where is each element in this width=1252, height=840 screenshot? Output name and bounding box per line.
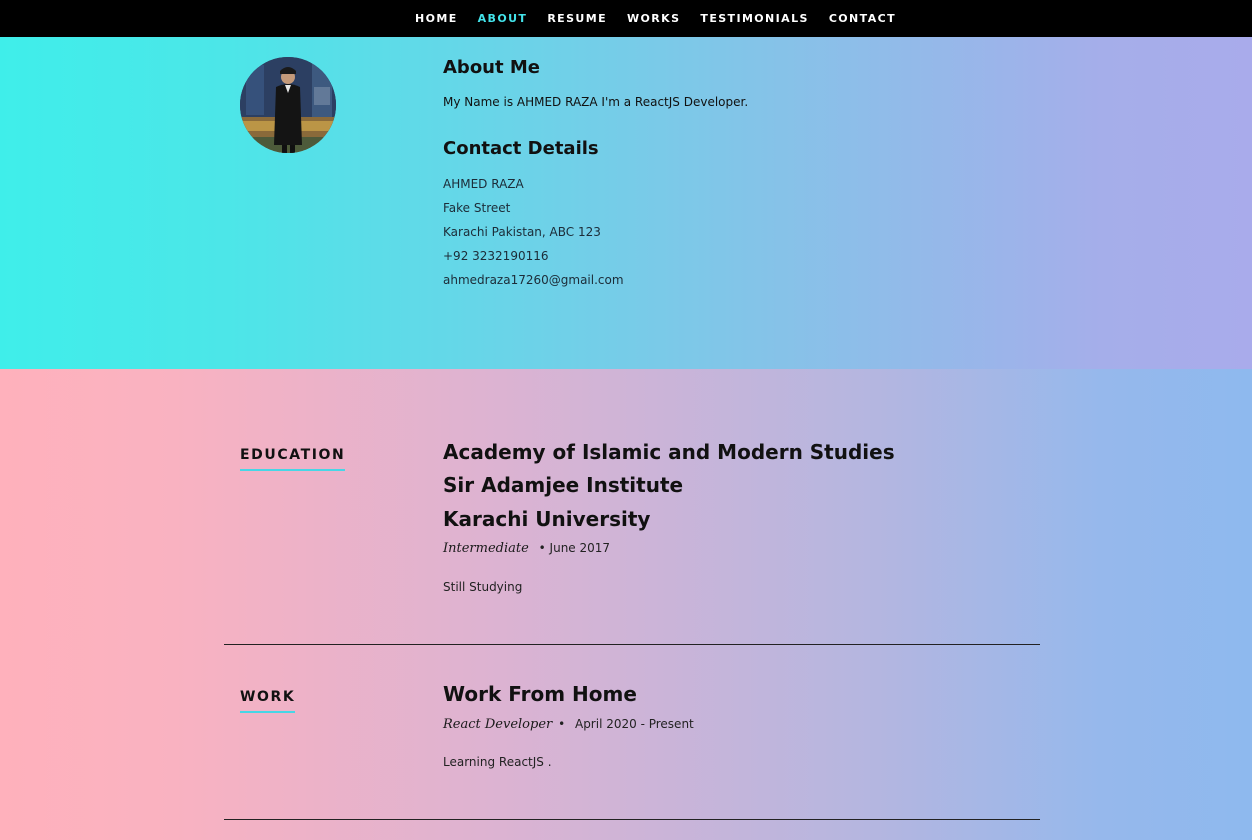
education-heading: EDUCATION <box>240 447 346 471</box>
section-divider <box>224 644 1040 645</box>
nav-works[interactable]: WORKS <box>627 12 680 25</box>
nav-home[interactable]: HOME <box>415 12 458 25</box>
contact-email[interactable]: ahmedraza17260@gmail.com <box>443 271 624 295</box>
profile-photo-icon <box>240 57 336 153</box>
nav-resume[interactable]: RESUME <box>547 12 607 25</box>
work-description: Learning ReactJS . <box>443 755 552 769</box>
contact-city: Karachi Pakistan, ABC 123 <box>443 225 601 239</box>
nav-testimonials[interactable]: TESTIMONIALS <box>700 12 808 25</box>
school-3: Karachi University <box>443 507 651 531</box>
school-1: Academy of Islamic and Modern Studies <box>443 440 895 464</box>
top-nav: HOME ABOUT RESUME WORKS TESTIMONIALS CON… <box>0 0 1252 37</box>
about-section: About Me My Name is AHMED RAZA I'm a Rea… <box>0 37 1252 369</box>
work-meta: React Developer • April 2020 - Present <box>443 717 694 732</box>
nav-contact[interactable]: CONTACT <box>829 12 896 25</box>
about-title: About Me <box>443 57 540 78</box>
profile-avatar <box>240 57 336 153</box>
work-date: April 2020 - Present <box>574 717 694 731</box>
contact-name: AHMED RAZA <box>443 177 524 191</box>
contact-street: Fake Street <box>443 201 511 215</box>
contact-phone: +92 3232190116 <box>443 249 549 263</box>
education-description: Still Studying <box>443 580 523 594</box>
nav-menu: HOME ABOUT RESUME WORKS TESTIMONIALS CON… <box>415 0 916 37</box>
work-heading: WORK <box>240 689 296 713</box>
contact-title: Contact Details <box>443 138 599 159</box>
work-company: Work From Home <box>443 682 637 706</box>
education-date: June 2017 <box>549 541 611 555</box>
work-role: React Developer <box>443 717 553 732</box>
contact-details: AHMED RAZA Fake Street Karachi Pakistan,… <box>443 175 624 295</box>
education-meta: Intermediate • June 2017 <box>443 541 610 556</box>
education-bullet: • <box>538 541 546 555</box>
education-degree: Intermediate <box>443 541 529 556</box>
work-bullet: • <box>558 717 566 731</box>
resume-section: EDUCATION Academy of Islamic and Modern … <box>0 369 1252 840</box>
about-text: My Name is AHMED RAZA I'm a ReactJS Deve… <box>443 95 749 109</box>
nav-about[interactable]: ABOUT <box>478 12 528 25</box>
section-divider <box>224 819 1040 820</box>
school-2: Sir Adamjee Institute <box>443 473 684 497</box>
